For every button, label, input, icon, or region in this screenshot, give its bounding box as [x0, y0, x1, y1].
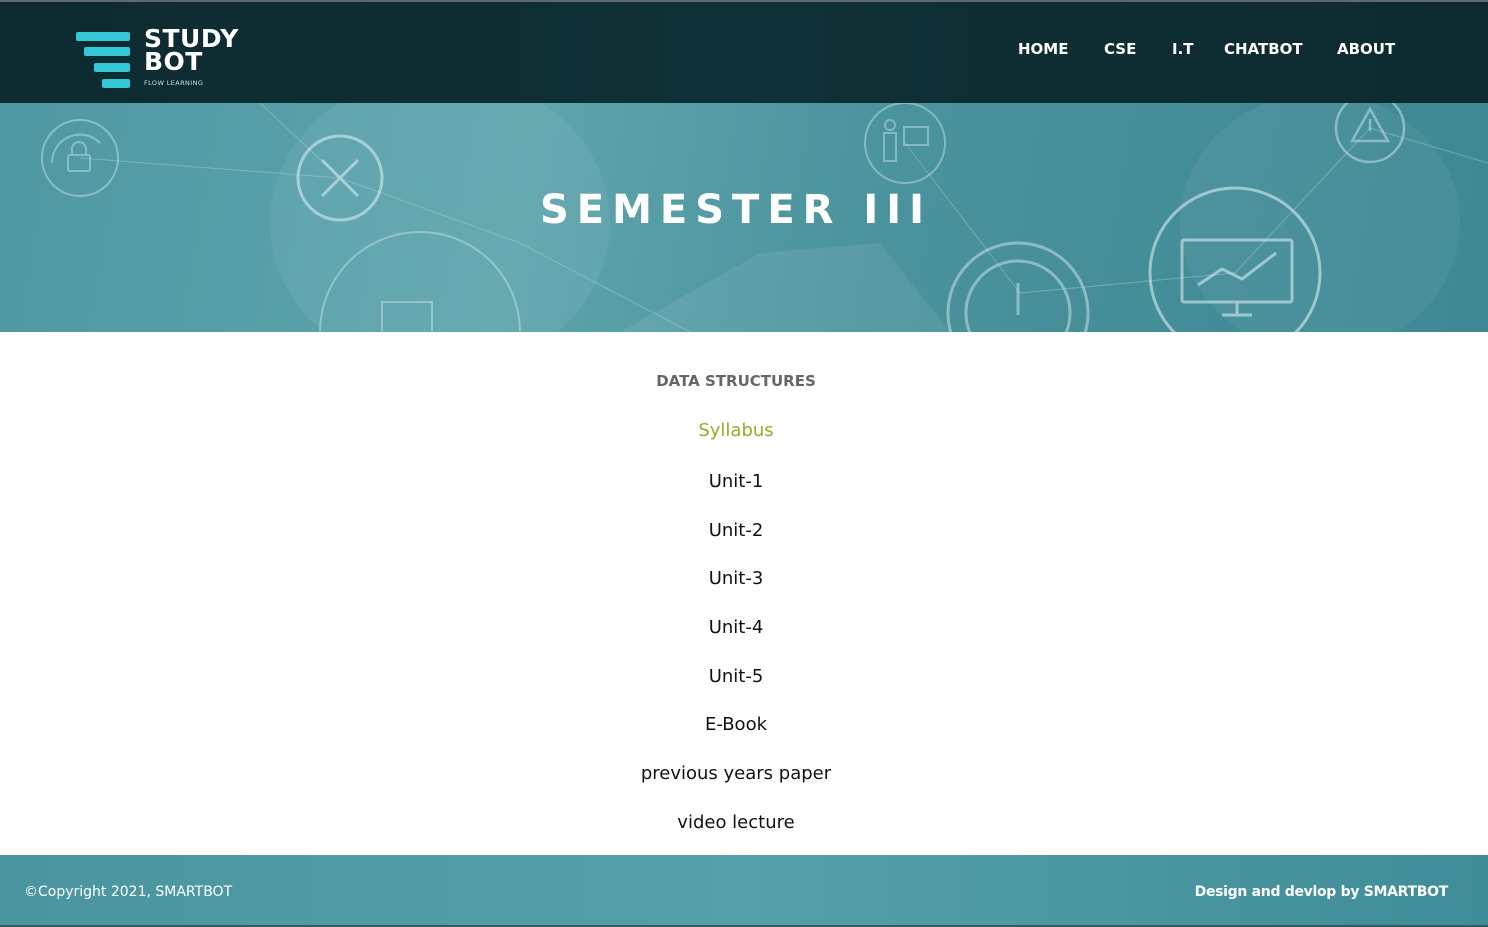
- site-footer: ©Copyright 2021, SMARTBOT Design and dev…: [0, 855, 1488, 927]
- site-header: STUDY BOT FLOW LEARNING HOME CSE I.T CHA…: [0, 2, 1488, 103]
- nav-about[interactable]: ABOUT: [1337, 40, 1395, 58]
- logo[interactable]: STUDY BOT FLOW LEARNING: [76, 26, 256, 91]
- unit-4-link[interactable]: Unit-4: [0, 617, 1472, 638]
- ebook-link[interactable]: E-Book: [0, 714, 1472, 735]
- unit-5-link[interactable]: Unit-5: [0, 666, 1472, 687]
- logo-line2: BOT: [144, 47, 203, 76]
- unit-1-link[interactable]: Unit-1: [0, 471, 1472, 492]
- presenter-icon: [864, 103, 946, 184]
- nav-home[interactable]: HOME: [1018, 40, 1068, 58]
- previous-years-paper-link[interactable]: previous years paper: [0, 763, 1472, 784]
- credit-text: Design and devlop by SMARTBOT: [1194, 884, 1449, 900]
- nav-chatbot[interactable]: CHATBOT: [1224, 40, 1303, 58]
- unit-2-link[interactable]: Unit-2: [0, 520, 1472, 541]
- nav-it[interactable]: I.T: [1172, 40, 1194, 58]
- copyright-text: ©Copyright 2021, SMARTBOT: [24, 884, 233, 900]
- syllabus-link[interactable]: Syllabus: [0, 420, 1472, 441]
- logo-title: STUDY BOT: [144, 26, 239, 76]
- hero-banner: SEMESTER III: [0, 103, 1488, 332]
- logo-tagline: FLOW LEARNING: [144, 79, 204, 87]
- main-content: DATA STRUCTURES Syllabus Unit-1 Unit-2 U…: [0, 332, 1488, 855]
- subject-heading: DATA STRUCTURES: [656, 372, 816, 390]
- page-title: SEMESTER III: [539, 187, 933, 233]
- nav-cse[interactable]: CSE: [1104, 40, 1136, 58]
- video-lecture-link[interactable]: video lecture: [0, 812, 1472, 833]
- unit-3-link[interactable]: Unit-3: [0, 568, 1472, 589]
- logo-mark-icon: [76, 29, 130, 91]
- clock-icon: [946, 241, 1090, 332]
